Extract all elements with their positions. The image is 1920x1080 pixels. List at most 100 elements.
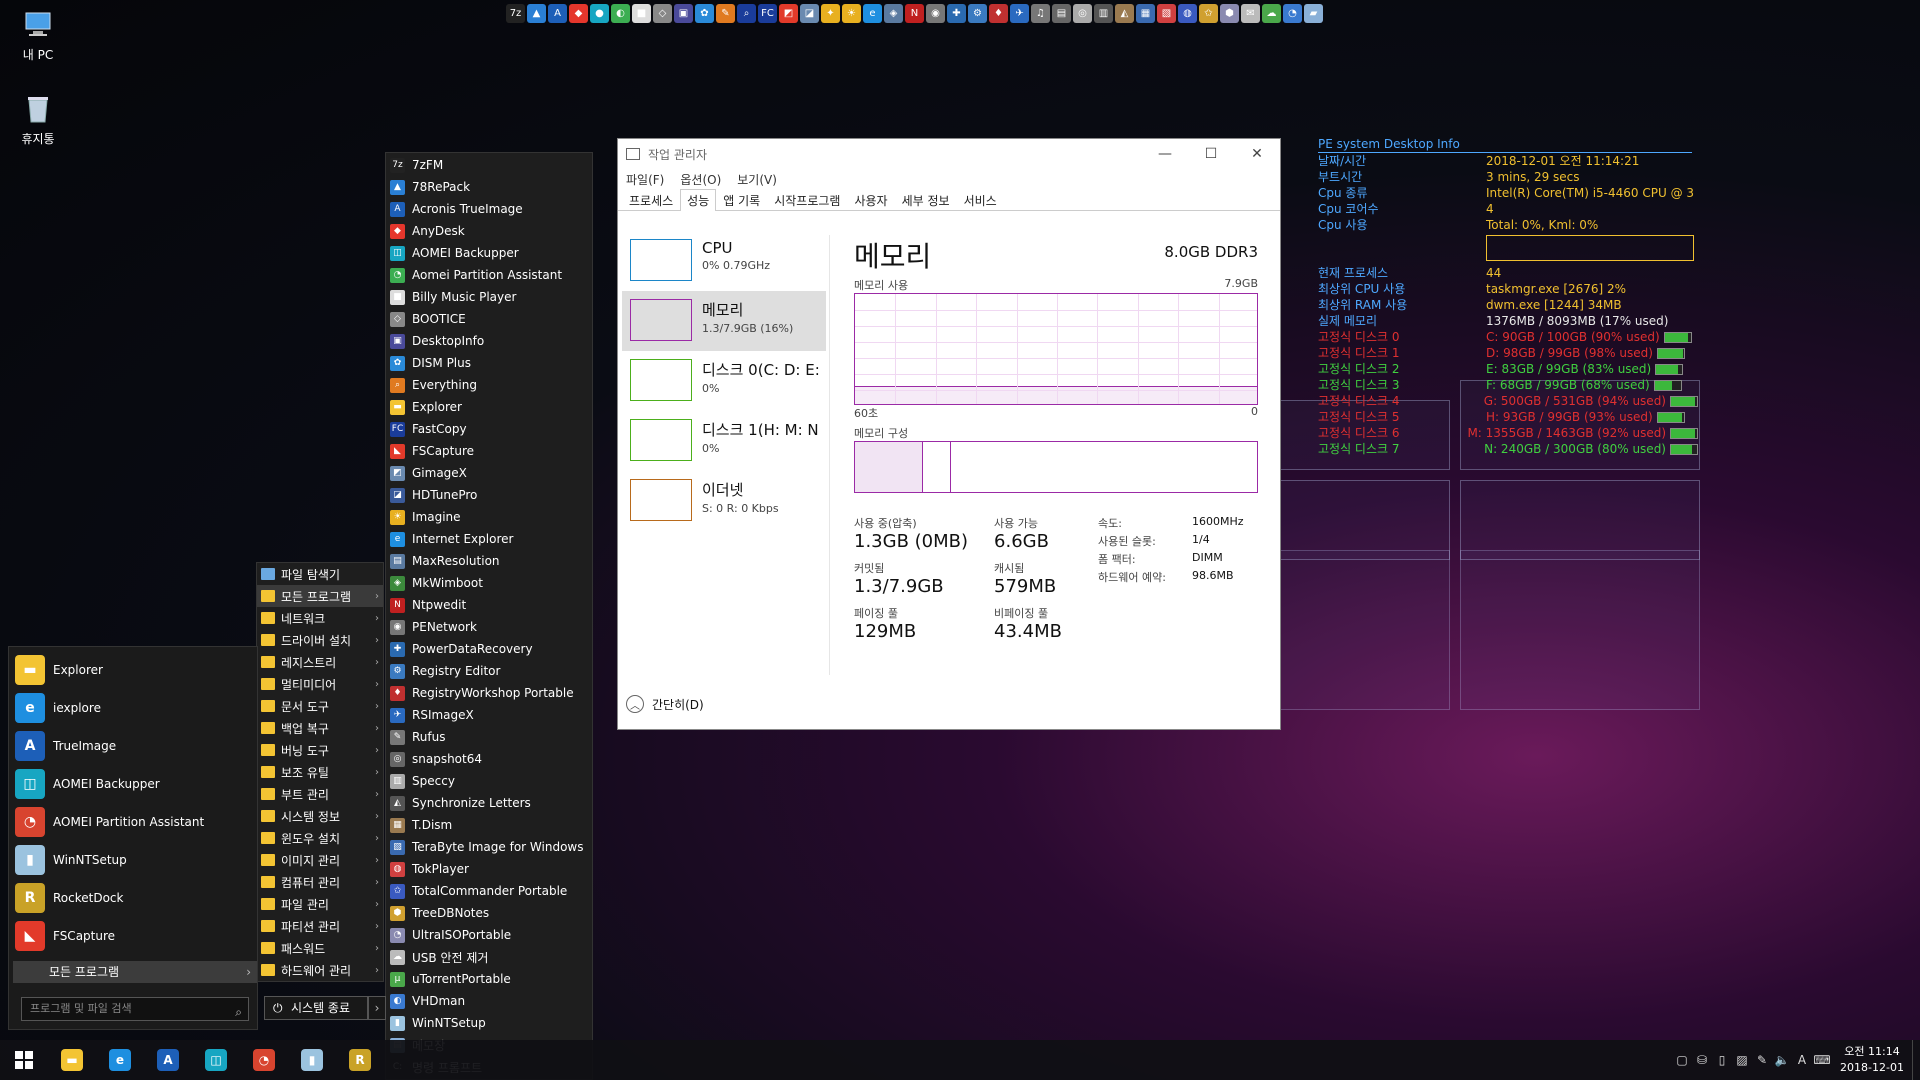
quick-launch-icon[interactable]: ◆ xyxy=(569,3,588,23)
desktop-icon-recycle-bin[interactable]: 휴지통 xyxy=(8,92,68,147)
program-item-78repack[interactable]: ▲ 78RePack xyxy=(386,176,592,198)
program-item-rsimagex[interactable]: ✈ RSImageX xyxy=(386,704,592,726)
quick-launch-icon[interactable]: ☀ xyxy=(842,3,861,23)
quick-launch-icon[interactable]: ▦ xyxy=(1136,3,1155,23)
title-bar[interactable]: 작업 관리자 — ☐ ✕ xyxy=(618,139,1280,169)
category-item-9[interactable]: 보조 유틸 › xyxy=(257,761,383,783)
category-item-7[interactable]: 백업 복구 › xyxy=(257,717,383,739)
program-item-penetwork[interactable]: ◉ PENetwork xyxy=(386,616,592,638)
program-item-treedbnotes[interactable]: ⬢ TreeDBNotes xyxy=(386,902,592,924)
taskbar-partition[interactable]: ◔ xyxy=(240,1040,288,1080)
quick-launch-icon[interactable]: ▣ xyxy=(674,3,693,23)
tab-3[interactable]: 시작프로그램 xyxy=(767,189,847,210)
minimize-button[interactable]: — xyxy=(1142,139,1188,169)
quick-launch-icon[interactable]: ▤ xyxy=(1052,3,1071,23)
taskbar-winntsetup[interactable]: ▮ xyxy=(288,1040,336,1080)
category-item-13[interactable]: 이미지 관리 › xyxy=(257,849,383,871)
quick-launch-icon[interactable]: ⌕ xyxy=(737,3,756,23)
taskbar-explorer[interactable]: ▬ xyxy=(48,1040,96,1080)
category-item-5[interactable]: 멀티미디어 › xyxy=(257,673,383,695)
taskbar-backupper[interactable]: ◫ xyxy=(192,1040,240,1080)
start-item-trueimage[interactable]: A TrueImage xyxy=(9,727,257,765)
shutdown-button[interactable]: ⏻ 시스템 종료 xyxy=(264,996,368,1020)
program-item-registry-editor[interactable]: ⚙ Registry Editor xyxy=(386,660,592,682)
quick-launch-icon[interactable]: FC xyxy=(758,3,777,23)
program-item-synchronize-letters[interactable]: ◭ Synchronize Letters xyxy=(386,792,592,814)
program-item-rufus[interactable]: ✎ Rufus xyxy=(386,726,592,748)
category-item-18[interactable]: 하드웨어 관리 › xyxy=(257,959,383,981)
category-item-1[interactable]: 모든 프로그램 › xyxy=(257,585,383,607)
category-item-6[interactable]: 문서 도구 › xyxy=(257,695,383,717)
start-item-explorer[interactable]: ▬ Explorer xyxy=(9,651,257,689)
tray-icon[interactable]: A xyxy=(1792,1040,1812,1080)
tray-icon[interactable]: 🔈 xyxy=(1772,1040,1792,1080)
quick-launch-icon[interactable]: ◔ xyxy=(1283,3,1302,23)
tab-4[interactable]: 사용자 xyxy=(847,189,894,210)
category-item-17[interactable]: 패스워드 › xyxy=(257,937,383,959)
tray-icon[interactable]: ⛁ xyxy=(1692,1040,1712,1080)
program-item-everything[interactable]: ⌕ Everything xyxy=(386,374,592,396)
category-item-2[interactable]: 네트워크 › xyxy=(257,607,383,629)
category-item-4[interactable]: 레지스트리 › xyxy=(257,651,383,673)
program-item-utorrentportable[interactable]: µ uTorrentPortable xyxy=(386,968,592,990)
program-item-t-dism[interactable]: ▦ T.Dism xyxy=(386,814,592,836)
program-item-aomei-backupper[interactable]: ◫ AOMEI Backupper xyxy=(386,242,592,264)
resource-item-1[interactable]: 메모리 1.3/7.9GB (16%) xyxy=(622,291,826,351)
tab-5[interactable]: 세부 정보 xyxy=(895,189,957,210)
show-desktop-button[interactable] xyxy=(1912,1040,1920,1080)
category-item-12[interactable]: 윈도우 설치 › xyxy=(257,827,383,849)
quick-launch-icon[interactable]: ◐ xyxy=(611,3,630,23)
quick-launch-icon[interactable]: ◍ xyxy=(1178,3,1197,23)
program-item-speccy[interactable]: ▥ Speccy xyxy=(386,770,592,792)
start-item-aomei-partition-assistant[interactable]: ◔ AOMEI Partition Assistant xyxy=(9,803,257,841)
quick-launch-icon[interactable]: ☁ xyxy=(1262,3,1281,23)
taskbar-ie[interactable]: e xyxy=(96,1040,144,1080)
search-input[interactable]: 프로그램 및 파일 검색 ⌕ xyxy=(21,997,249,1021)
category-item-15[interactable]: 파일 관리 › xyxy=(257,893,383,915)
tray-icon[interactable]: ▢ xyxy=(1672,1040,1692,1080)
clock[interactable]: 오전 11:14 2018-12-01 xyxy=(1832,1044,1912,1076)
tab-0[interactable]: 프로세스 xyxy=(622,189,680,210)
program-item-fscapture[interactable]: ◣ FSCapture xyxy=(386,440,592,462)
start-item-winntsetup[interactable]: ▮ WinNTSetup xyxy=(9,841,257,879)
tab-6[interactable]: 서비스 xyxy=(957,189,1004,210)
category-item-14[interactable]: 컴퓨터 관리 › xyxy=(257,871,383,893)
tray-icon[interactable]: ▨ xyxy=(1732,1040,1752,1080)
quick-launch-icon[interactable]: ✈ xyxy=(1010,3,1029,23)
start-item-fscapture[interactable]: ◣ FSCapture xyxy=(9,917,257,955)
shutdown-options-button[interactable]: › xyxy=(368,996,386,1020)
program-item-dism-plus[interactable]: ✿ DISM Plus xyxy=(386,352,592,374)
program-item-acronis-trueimage[interactable]: A Acronis TrueImage xyxy=(386,198,592,220)
category-item-3[interactable]: 드라이버 설치 › xyxy=(257,629,383,651)
program-item-billy-music-player[interactable]: ■ Billy Music Player xyxy=(386,286,592,308)
maximize-button[interactable]: ☐ xyxy=(1188,139,1234,169)
category-item-8[interactable]: 버닝 도구 › xyxy=(257,739,383,761)
quick-launch-icon[interactable]: ◈ xyxy=(884,3,903,23)
category-item-0[interactable]: 파일 탐색기 xyxy=(257,563,383,585)
program-item-anydesk[interactable]: ◆ AnyDesk xyxy=(386,220,592,242)
start-item-iexplore[interactable]: e iexplore xyxy=(9,689,257,727)
taskbar-trueimage[interactable]: A xyxy=(144,1040,192,1080)
program-item-ntpwedit[interactable]: N Ntpwedit xyxy=(386,594,592,616)
tray-icon[interactable]: ⌨ xyxy=(1812,1040,1832,1080)
program-item-7zfm[interactable]: 7z 7zFM xyxy=(386,154,592,176)
quick-launch-icon[interactable]: A xyxy=(548,3,567,23)
quick-launch-icon[interactable]: ▥ xyxy=(1094,3,1113,23)
program-item-snapshot64[interactable]: ◎ snapshot64 xyxy=(386,748,592,770)
quick-launch-icon[interactable]: ◭ xyxy=(1115,3,1134,23)
resource-item-4[interactable]: 이더넷 S: 0 R: 0 Kbps xyxy=(618,471,826,531)
tab-2[interactable]: 앱 기록 xyxy=(716,189,767,210)
quick-launch-icon[interactable]: ◪ xyxy=(800,3,819,23)
menu-item-0[interactable]: 파일(F) xyxy=(626,171,664,188)
quick-launch-icon[interactable]: ✩ xyxy=(1199,3,1218,23)
program-item-desktopinfo[interactable]: ▣ DesktopInfo xyxy=(386,330,592,352)
fewer-details-button[interactable]: ︿ 간단히(D) xyxy=(626,695,704,713)
program-item-tokplayer[interactable]: ◍ TokPlayer xyxy=(386,858,592,880)
tray-icon[interactable]: ▯ xyxy=(1712,1040,1732,1080)
quick-launch-icon[interactable]: ⚙ xyxy=(968,3,987,23)
quick-launch-icon[interactable]: ✦ xyxy=(821,3,840,23)
program-item-totalcommander-portable[interactable]: ✩ TotalCommander Portable xyxy=(386,880,592,902)
close-button[interactable]: ✕ xyxy=(1234,139,1280,169)
start-item-rocketdock[interactable]: R RocketDock xyxy=(9,879,257,917)
quick-launch-icon[interactable]: ✎ xyxy=(716,3,735,23)
